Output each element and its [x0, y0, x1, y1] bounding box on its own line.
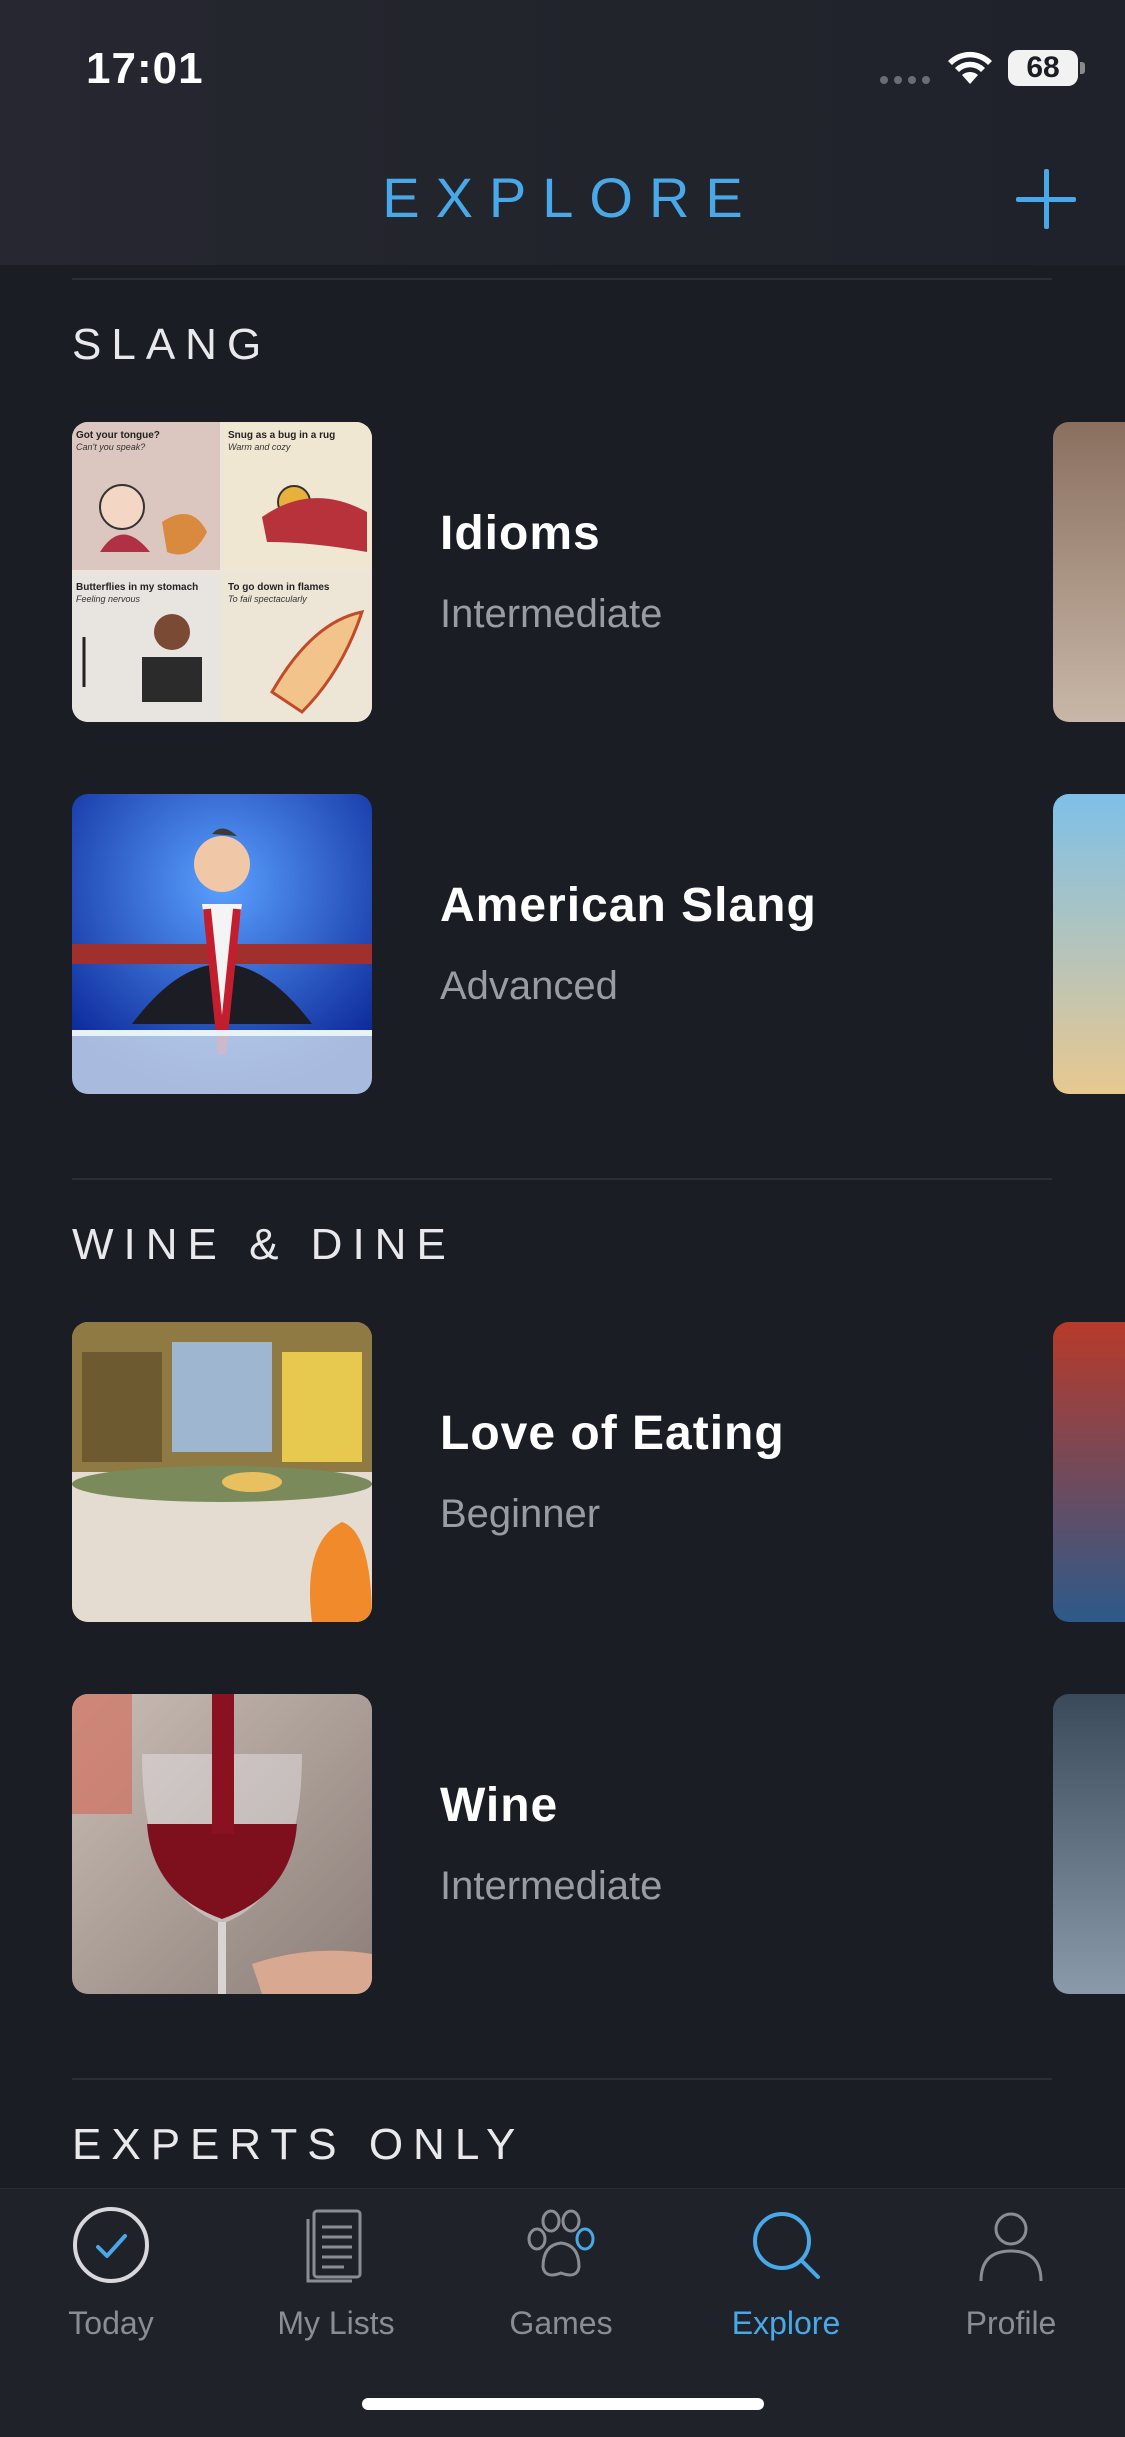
add-button[interactable]: [1012, 165, 1080, 233]
list-item-american-slang[interactable]: American Slang Advanced: [72, 794, 1052, 1094]
list-item-wine[interactable]: Wine Intermediate: [72, 1694, 1052, 1994]
cellular-signal-icon: [880, 76, 930, 84]
status-time: 17:01: [86, 44, 204, 93]
tab-profile[interactable]: Profile: [921, 2205, 1101, 2355]
love-of-eating-thumbnail: [72, 1322, 372, 1622]
person-icon: [979, 2212, 1043, 2282]
section-divider: [72, 2078, 1052, 2080]
tab-explore[interactable]: Explore: [696, 2205, 876, 2355]
svg-text:Warm and cozy: Warm and cozy: [228, 442, 291, 452]
list-item-title: Idioms: [440, 507, 601, 560]
list-item-level: Intermediate: [440, 1864, 663, 1908]
home-indicator[interactable]: [362, 2398, 764, 2410]
list-item-title: American Slang: [440, 879, 817, 932]
section-title-slang: SLANG: [72, 320, 272, 369]
status-bar: 17:01 68: [0, 0, 1125, 130]
page-title: EXPLORE: [382, 166, 759, 229]
list-item-title: Love of Eating: [440, 1407, 785, 1460]
checkmark-circle-icon: [73, 2207, 149, 2283]
list-item-idioms[interactable]: Got your tongue? Can't you speak? Snug a…: [72, 422, 1052, 722]
next-card-peek[interactable]: [1053, 422, 1125, 722]
section-divider: [72, 1178, 1052, 1180]
section-divider: [72, 278, 1052, 280]
svg-text:To go down in flames: To go down in flames: [228, 582, 330, 593]
wifi-icon: [948, 51, 992, 84]
list-item-love-of-eating[interactable]: Love of Eating Beginner: [72, 1322, 1052, 1622]
search-icon: [753, 2212, 820, 2279]
svg-text:Can't you speak?: Can't you speak?: [76, 442, 145, 452]
section-title-wine-dine: WINE & DINE: [72, 1220, 456, 1269]
tab-label: Profile: [965, 2305, 1057, 2341]
list-item-level: Intermediate: [440, 592, 663, 636]
tab-label: My Lists: [277, 2305, 395, 2341]
svg-text:Snug as a bug in a rug: Snug as a bug in a rug: [228, 430, 335, 441]
svg-text:Feeling nervous: Feeling nervous: [76, 594, 141, 604]
list-item-level: Advanced: [440, 964, 618, 1008]
battery-icon: [1080, 62, 1085, 74]
battery-level: 68: [1008, 50, 1078, 86]
tab-my-lists[interactable]: My Lists: [246, 2205, 426, 2355]
tab-label: Explore: [731, 2305, 841, 2341]
next-card-peek[interactable]: [1053, 1694, 1125, 1994]
paw-icon: [527, 2209, 595, 2277]
section-title-experts-only: EXPERTS ONLY: [72, 2120, 526, 2169]
svg-text:Got your tongue?: Got your tongue?: [76, 430, 160, 441]
next-card-peek[interactable]: [1053, 1322, 1125, 1622]
tab-label: Games: [509, 2305, 613, 2341]
wine-thumbnail: [72, 1694, 372, 1994]
tab-games[interactable]: Games: [471, 2205, 651, 2355]
idioms-thumbnail: Got your tongue? Can't you speak? Snug a…: [72, 422, 372, 722]
tab-today[interactable]: Today: [21, 2205, 201, 2355]
svg-text:To fail spectacularly: To fail spectacularly: [228, 594, 307, 604]
next-card-peek[interactable]: [1053, 794, 1125, 1094]
list-item-title: Wine: [440, 1779, 559, 1832]
svg-text:Butterflies in my stomach: Butterflies in my stomach: [76, 582, 198, 593]
document-list-icon: [306, 2209, 362, 2283]
american-slang-thumbnail: [72, 794, 372, 1094]
list-item-level: Beginner: [440, 1492, 601, 1536]
tab-label: Today: [68, 2305, 154, 2341]
